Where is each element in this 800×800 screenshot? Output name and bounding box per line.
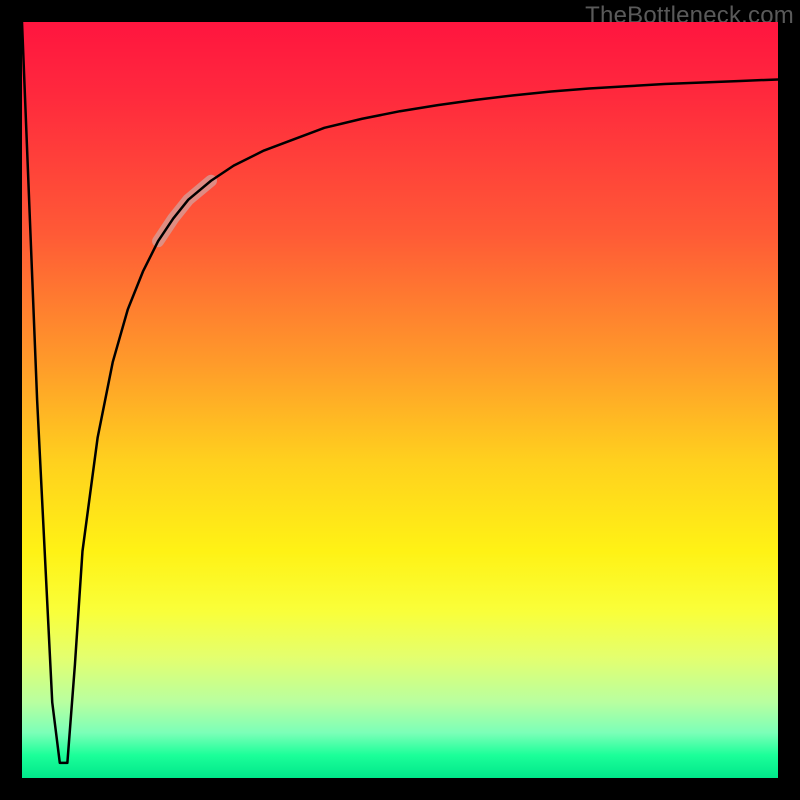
curve-svg [22,22,778,778]
bottleneck-curve [22,22,778,763]
highlight-overlay [158,181,211,241]
plot-area [22,22,778,778]
chart-container: TheBottleneck.com [0,0,800,800]
highlight-segment [158,181,211,241]
